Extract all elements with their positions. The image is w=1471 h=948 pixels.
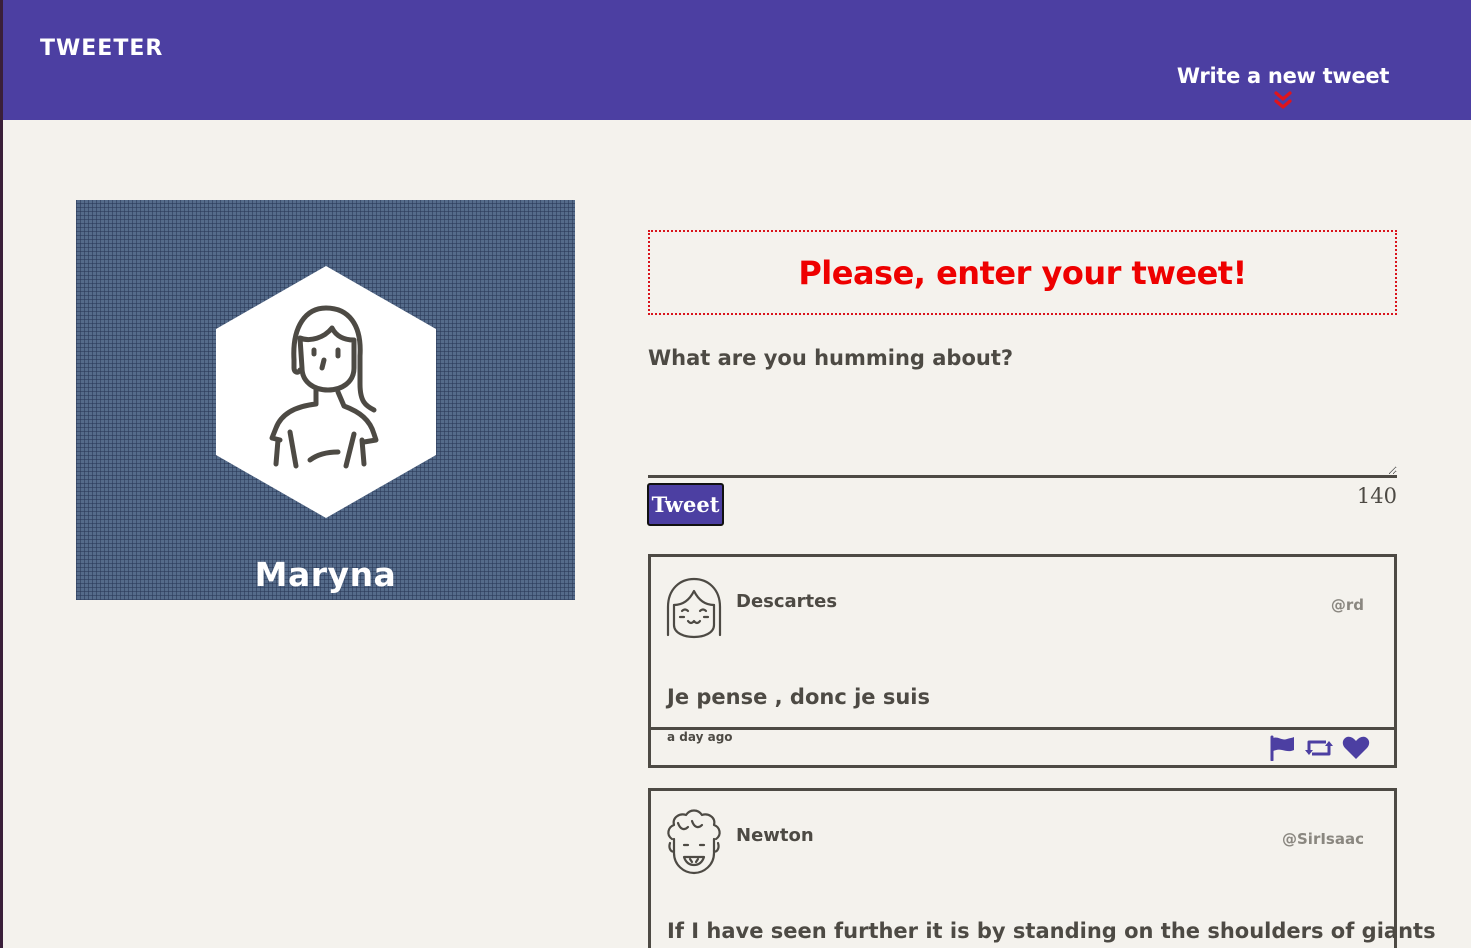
tweet-input[interactable] (648, 340, 1397, 478)
tweet-author-name: Newton (736, 825, 814, 846)
profile-avatar (216, 266, 436, 518)
tweet-card: Newton @SirIsaac If I have seen further … (648, 788, 1436, 948)
user-avatar (666, 577, 722, 639)
profile-name: Maryna (254, 555, 397, 594)
retweet-icon[interactable] (1304, 735, 1334, 761)
double-chevron-down-icon[interactable] (1271, 90, 1295, 112)
tweet-timestamp: a day ago (667, 730, 733, 744)
flag-icon[interactable] (1268, 735, 1296, 761)
tweet-author-handle: @rd (1330, 596, 1364, 614)
tweet-button[interactable]: Tweet (647, 483, 724, 526)
error-message: Please, enter your tweet! (798, 253, 1247, 292)
tweet-author-handle: @SirIsaac (1282, 830, 1364, 848)
tweet-footer: a day ago (651, 727, 1394, 765)
tweet-author-name: Descartes (736, 591, 838, 612)
character-counter: 140 (1356, 484, 1397, 508)
compose-toggle-label: Write a new tweet (1176, 64, 1390, 88)
tweet-actions (1268, 735, 1370, 761)
tweet-content: Je pense , donc je suis (667, 685, 931, 709)
tweet-card: Descartes @rd Je pense , donc je suis a … (648, 554, 1397, 768)
navbar: TWEETER Write a new tweet (3, 0, 1471, 120)
error-message-box: Please, enter your tweet! (648, 230, 1397, 315)
heart-icon[interactable] (1342, 735, 1370, 761)
compose-toggle-button[interactable]: Write a new tweet (1163, 64, 1403, 112)
tweet-content: If I have seen further it is by standing… (667, 919, 1436, 943)
user-avatar (667, 809, 721, 875)
profile-card: Maryna (76, 200, 575, 600)
window-edge (0, 0, 3, 948)
brand-logo[interactable]: TWEETER (40, 36, 163, 61)
